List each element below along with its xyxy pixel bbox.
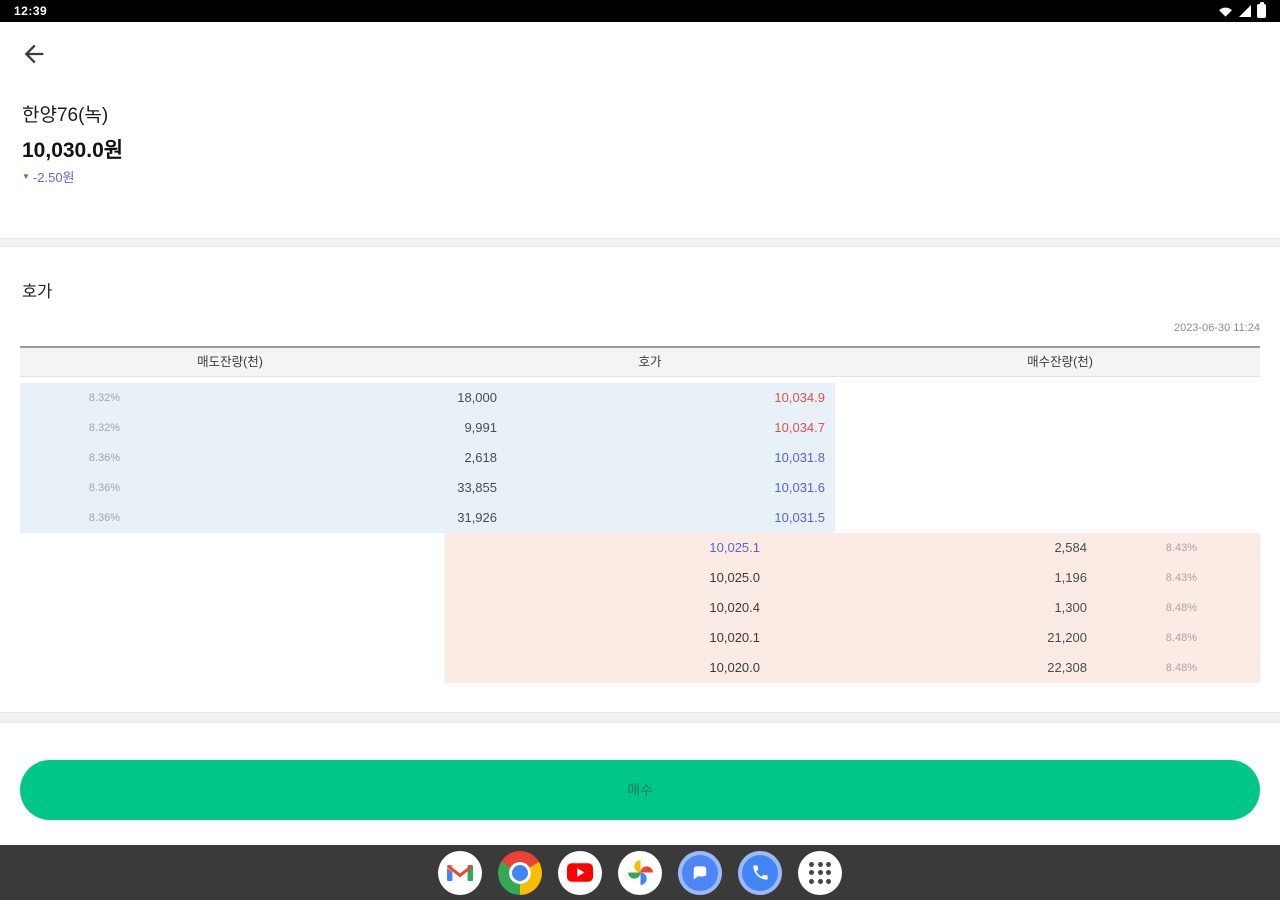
ask-yield: 8.36% (88, 482, 120, 494)
phone-icon[interactable] (738, 850, 782, 895)
ask-row[interactable]: 8.36% 2,618 10,031.8 (20, 443, 1260, 473)
bid-price: 10,020.4 (709, 600, 760, 615)
bid-yield: 8.48% (1165, 602, 1197, 614)
bid-yield: 8.48% (1165, 632, 1197, 644)
section-divider (0, 712, 1280, 723)
bid-yield: 8.43% (1165, 572, 1197, 584)
youtube-icon[interactable] (558, 850, 602, 895)
bid-price: 10,020.0 (709, 660, 760, 675)
orderbook-timestamp: 2023-06-30 11:24 (1173, 322, 1260, 334)
bid-price: 10,025.0 (709, 570, 760, 585)
buy-button[interactable]: 매수 (20, 760, 1260, 820)
bid-quantity: 1,300 (1054, 600, 1087, 615)
ask-quantity: 18,000 (457, 390, 497, 405)
bid-row[interactable]: 10,025.0 1,196 8.43% (20, 563, 1260, 593)
ask-yield: 8.32% (88, 392, 120, 404)
chrome-icon[interactable] (498, 850, 542, 895)
bid-price: 10,025.1 (709, 540, 760, 555)
gmail-icon[interactable] (438, 850, 482, 895)
battery-icon (1257, 2, 1266, 18)
column-header-ask-qty: 매도잔량(천) (197, 355, 263, 369)
messages-icon[interactable] (678, 850, 722, 895)
bid-quantity: 1,196 (1054, 570, 1087, 585)
bid-quantity: 22,308 (1047, 660, 1087, 675)
column-header-bid-qty: 매수잔량(천) (1027, 355, 1093, 369)
change-value: -2.50원 (32, 170, 75, 185)
signal-icon (1239, 5, 1251, 17)
status-bar: 12:39 (0, 0, 1280, 22)
ask-row[interactable]: 8.32% 9,991 10,034.7 (20, 413, 1260, 443)
bid-row[interactable]: 10,020.1 21,200 8.48% (20, 623, 1260, 653)
stock-change: ▼ -2.50원 (22, 167, 75, 186)
bid-yield: 8.48% (1165, 662, 1197, 674)
ask-quantity: 31,926 (457, 510, 497, 525)
dock (0, 845, 1280, 900)
ask-yield: 8.36% (88, 452, 120, 464)
orderbook-rows: 8.32% 18,000 10,034.9 8.32% 9,991 10,034.7 8.3… (20, 383, 1260, 683)
stock-name: 한양76(녹) (22, 105, 109, 126)
column-header-price: 호가 (638, 355, 662, 369)
ask-quantity: 2,618 (464, 450, 497, 465)
ask-price: 10,031.5 (774, 510, 825, 525)
orderbook-table: 매도잔량(천) 호가 매수잔량(천) 8.32% 18,000 10,034.9 8.… (20, 346, 1260, 683)
ask-row[interactable]: 8.36% 31,926 10,031.5 (20, 503, 1260, 533)
ask-price: 10,034.7 (774, 420, 825, 435)
ask-price: 10,031.8 (774, 450, 825, 465)
bid-row[interactable]: 10,020.0 22,308 8.48% (20, 653, 1260, 683)
photos-icon[interactable] (618, 850, 662, 895)
bid-quantity: 2,584 (1054, 540, 1087, 555)
bid-row[interactable]: 10,020.4 1,300 8.48% (20, 593, 1260, 623)
ask-price: 10,034.9 (774, 390, 825, 405)
section-divider (0, 238, 1280, 247)
ask-price: 10,031.6 (774, 480, 825, 495)
ask-row[interactable]: 8.36% 33,855 10,031.6 (20, 473, 1260, 503)
ask-yield: 8.36% (88, 512, 120, 524)
orderbook-title: 호가 (22, 283, 53, 301)
app-screen: 12:39 한양76(녹) 10,030.0원 ▼ -2.50원 호가 2023… (0, 0, 1280, 900)
ask-row[interactable]: 8.32% 18,000 10,034.9 (20, 383, 1260, 413)
bid-row[interactable]: 10,025.1 2,584 8.43% (20, 533, 1260, 563)
bid-yield: 8.43% (1165, 542, 1197, 554)
ask-yield: 8.32% (88, 422, 120, 434)
orderbook-header: 매도잔량(천) 호가 매수잔량(천) (20, 346, 1260, 377)
wifi-icon (1219, 7, 1232, 17)
clock: 12:39 (14, 4, 48, 18)
app-drawer-icon[interactable] (798, 850, 842, 895)
back-button[interactable] (20, 40, 48, 68)
down-triangle-icon: ▼ (22, 172, 30, 181)
ask-quantity: 33,855 (457, 480, 497, 495)
bid-price: 10,020.1 (709, 630, 760, 645)
ask-quantity: 9,991 (464, 420, 497, 435)
stock-price: 10,030.0원 (22, 139, 124, 162)
bid-quantity: 21,200 (1047, 630, 1087, 645)
grid-dots-icon (809, 861, 831, 884)
